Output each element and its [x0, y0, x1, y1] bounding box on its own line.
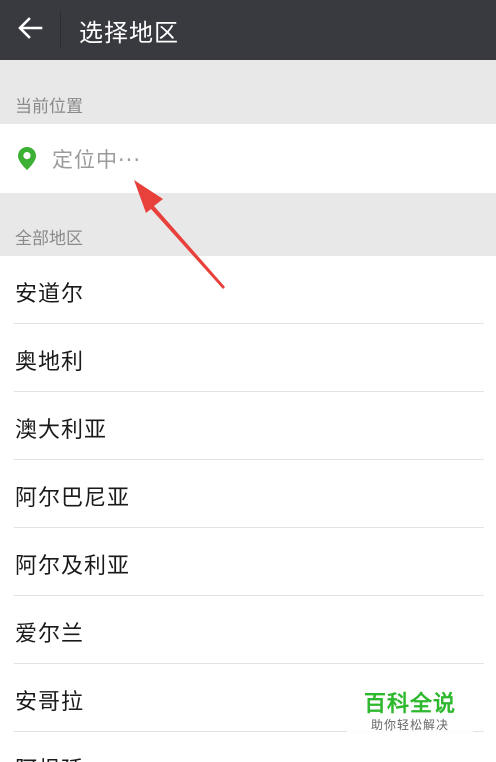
region-item-label: 奥地利	[15, 350, 85, 375]
region-item-austria[interactable]: 奥地利	[0, 324, 496, 392]
region-item-label: 爱尔兰	[15, 622, 85, 647]
region-item-label: 澳大利亚	[15, 418, 108, 443]
watermark-logo: 百科全说 助你轻松解决	[347, 679, 473, 741]
location-status-text: 定位中···	[52, 147, 142, 172]
region-item-ireland[interactable]: 爱尔兰	[0, 596, 496, 664]
top-bar: 选择地区	[0, 0, 496, 60]
location-pin-icon	[16, 146, 38, 172]
region-item-andorra[interactable]: 安道尔	[0, 256, 496, 324]
back-button[interactable]	[0, 0, 60, 60]
region-item-label: 阿根廷	[15, 752, 84, 762]
region-item-label: 安哥拉	[15, 690, 85, 715]
region-item-label: 阿尔及利亚	[15, 554, 131, 579]
region-item-label: 安道尔	[15, 282, 85, 307]
region-item-label: 阿尔巴尼亚	[15, 486, 131, 511]
section-header-current-location: 当前位置	[0, 60, 496, 124]
section-label-current-location: 当前位置	[15, 97, 83, 117]
section-label-all-regions: 全部地区	[15, 229, 83, 249]
arrow-left-icon	[17, 17, 43, 43]
header-divider	[60, 12, 61, 48]
current-location-row[interactable]: 定位中···	[0, 124, 496, 193]
section-header-all-regions: 全部地区	[0, 193, 496, 256]
region-item-albania[interactable]: 阿尔巴尼亚	[0, 460, 496, 528]
region-item-algeria[interactable]: 阿尔及利亚	[0, 528, 496, 596]
watermark-brand: 百科全说	[363, 692, 456, 717]
region-item-australia[interactable]: 澳大利亚	[0, 392, 496, 460]
region-select-screen: 选择地区 当前位置 定位中··· 全部地区 安道尔 奥地利 澳大利亚 阿尔巴尼亚…	[0, 0, 496, 762]
watermark-tagline: 助你轻松解决	[370, 718, 449, 732]
page-title: 选择地区	[79, 18, 179, 47]
